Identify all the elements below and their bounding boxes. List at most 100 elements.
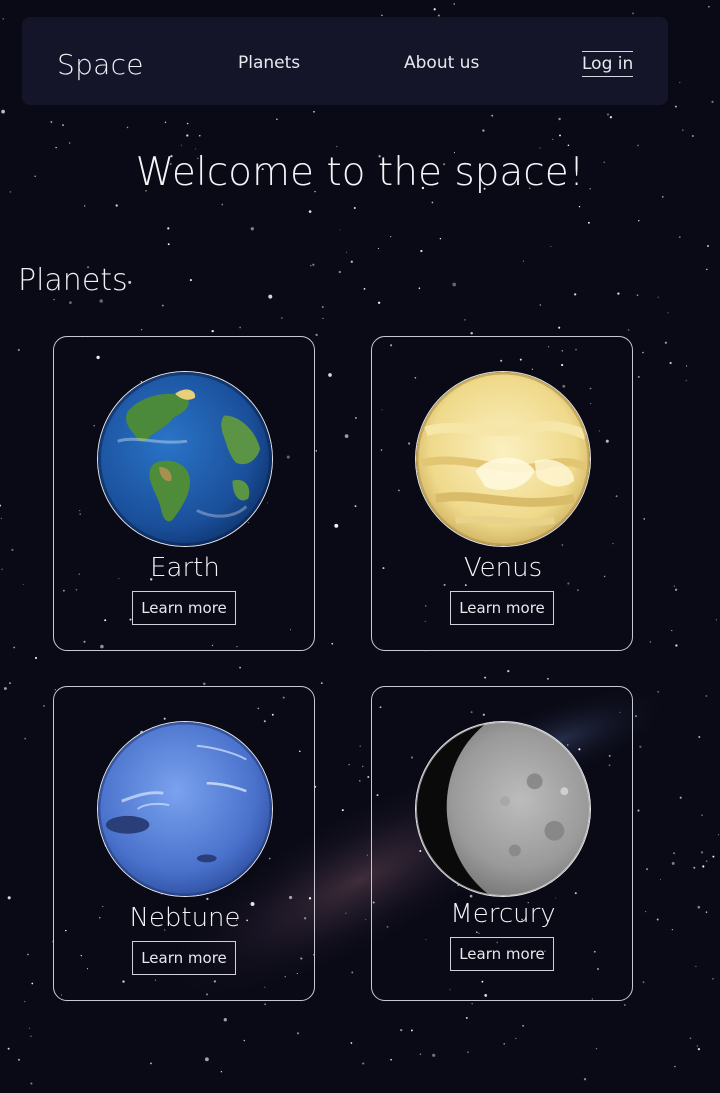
learn-more-button-mercury[interactable]: Learn more xyxy=(450,937,554,971)
star xyxy=(31,982,34,985)
nav-link-planets[interactable]: Planets xyxy=(238,53,300,73)
star xyxy=(657,690,660,693)
star xyxy=(452,282,457,287)
star xyxy=(69,142,71,144)
star xyxy=(700,851,704,854)
star xyxy=(312,263,315,266)
star xyxy=(366,854,369,856)
star xyxy=(464,319,466,321)
star xyxy=(711,100,714,103)
star xyxy=(344,434,349,438)
star xyxy=(656,918,659,921)
venus-planet-icon xyxy=(415,371,591,547)
star xyxy=(642,351,644,354)
star xyxy=(637,809,640,812)
star xyxy=(674,1065,676,1068)
star xyxy=(69,301,72,304)
star xyxy=(691,135,694,137)
planet-name-neptune: Nebtune xyxy=(129,903,241,933)
star xyxy=(363,288,366,290)
star xyxy=(365,919,367,921)
star xyxy=(712,855,715,858)
star xyxy=(705,695,708,697)
star xyxy=(381,14,383,17)
star xyxy=(313,111,315,113)
star xyxy=(186,122,189,125)
star xyxy=(705,911,708,913)
star xyxy=(410,1029,413,1032)
star xyxy=(439,238,442,240)
star xyxy=(27,953,29,956)
star xyxy=(310,264,312,267)
star xyxy=(706,268,708,271)
star xyxy=(686,365,688,367)
star xyxy=(515,1037,517,1040)
star xyxy=(433,8,436,11)
star xyxy=(354,505,357,508)
star xyxy=(567,144,570,147)
star xyxy=(115,204,118,207)
star xyxy=(546,677,549,680)
star xyxy=(419,1053,422,1055)
star xyxy=(338,270,341,274)
learn-more-button-earth[interactable]: Learn more xyxy=(132,591,236,625)
star xyxy=(359,780,361,782)
star xyxy=(661,196,664,198)
star xyxy=(420,249,423,253)
star xyxy=(673,852,676,855)
planet-card-neptune: Nebtune Learn more xyxy=(53,686,315,1001)
star xyxy=(642,981,645,983)
star xyxy=(558,326,561,329)
planet-card-mercury: Mercury Learn more xyxy=(371,686,633,1001)
star xyxy=(221,203,224,206)
star xyxy=(250,227,254,231)
star xyxy=(11,548,14,552)
star xyxy=(264,1003,266,1005)
star xyxy=(3,687,7,690)
star xyxy=(189,279,192,282)
login-link[interactable]: Log in xyxy=(582,51,634,77)
star xyxy=(126,126,129,129)
star xyxy=(1,568,3,570)
star xyxy=(150,1062,152,1065)
learn-more-button-neptune[interactable]: Learn more xyxy=(132,941,236,975)
star xyxy=(522,1024,525,1027)
star xyxy=(346,251,348,253)
star xyxy=(578,206,581,208)
star xyxy=(627,329,630,331)
star xyxy=(632,12,635,15)
star xyxy=(336,145,338,148)
planet-name-earth: Earth xyxy=(150,553,220,583)
star xyxy=(220,1070,223,1073)
star xyxy=(362,1062,365,1065)
star xyxy=(467,1051,469,1053)
brand-logo[interactable]: Space xyxy=(57,48,144,81)
star xyxy=(30,1035,32,1037)
star xyxy=(574,293,577,296)
star xyxy=(695,965,697,968)
star xyxy=(491,114,494,117)
star xyxy=(161,304,164,307)
star xyxy=(211,329,214,333)
star xyxy=(659,878,662,880)
star xyxy=(17,1058,21,1061)
learn-more-button-venus[interactable]: Learn more xyxy=(450,591,554,625)
star xyxy=(679,796,682,799)
star xyxy=(13,646,16,649)
star xyxy=(697,1047,701,1051)
star xyxy=(583,1078,587,1081)
star xyxy=(24,737,27,740)
star xyxy=(315,333,318,337)
star xyxy=(28,1027,30,1029)
star xyxy=(353,207,356,209)
star xyxy=(503,1043,505,1045)
nav-link-about-us[interactable]: About us xyxy=(404,53,479,73)
star xyxy=(7,896,11,900)
star xyxy=(331,642,334,645)
star xyxy=(637,144,639,147)
star xyxy=(308,210,312,213)
star xyxy=(1,109,5,114)
star xyxy=(465,1016,468,1019)
star xyxy=(296,1032,300,1035)
star xyxy=(559,134,561,137)
